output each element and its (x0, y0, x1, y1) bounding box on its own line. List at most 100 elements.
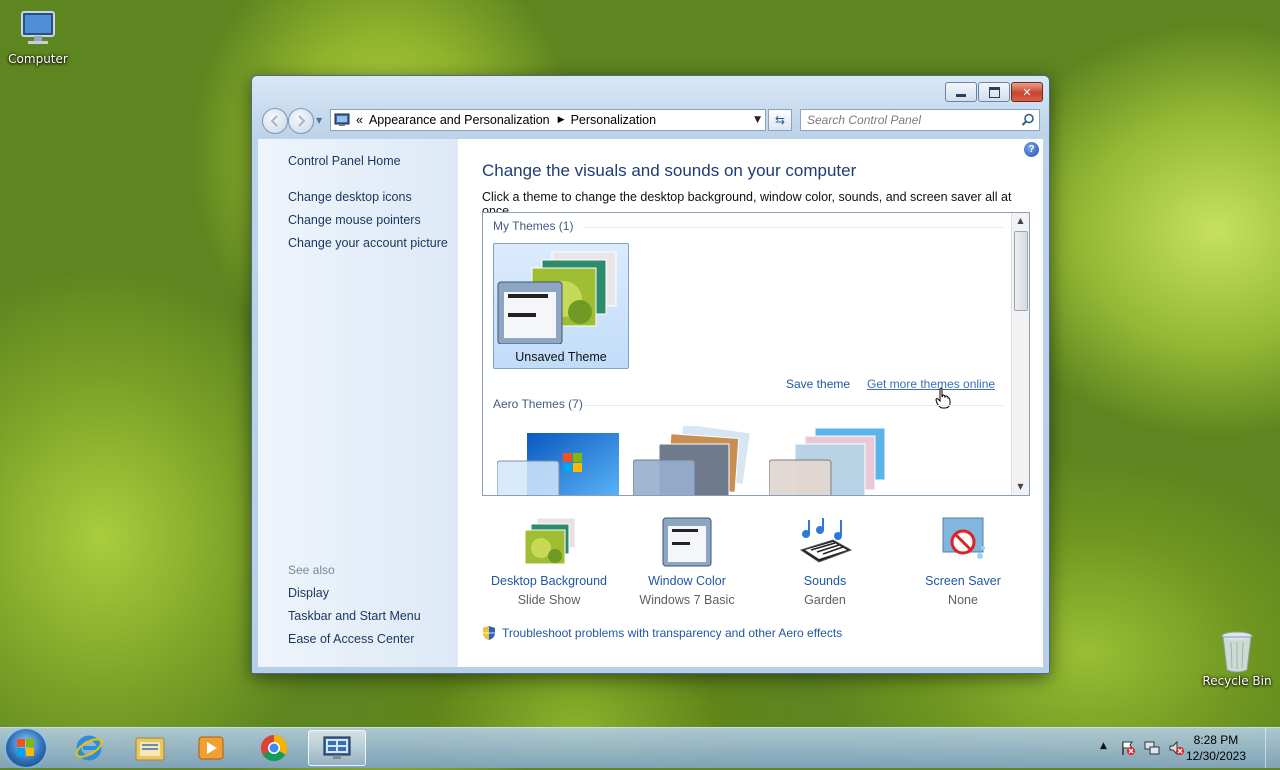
screen-saver-icon (942, 517, 985, 559)
clock-date: 12/30/2023 (1185, 749, 1246, 763)
theme-preview-icon (497, 251, 617, 345)
ease-of-access-link[interactable]: Ease of Access Center (288, 632, 414, 646)
aero-themes-divider (583, 405, 1003, 406)
get-more-themes-link[interactable]: Get more themes online (867, 377, 995, 391)
maximize-button[interactable] (978, 82, 1010, 102)
control-panel-taskbar-icon (323, 736, 351, 759)
address-bar[interactable]: « Appearance and Personalization ▶ Perso… (330, 109, 766, 131)
left-pane: Control Panel Home Change desktop icons … (258, 139, 458, 667)
internet-explorer-icon (75, 735, 103, 761)
screen-saver-value: None (948, 593, 978, 607)
change-account-picture-link[interactable]: Change your account picture (288, 236, 448, 250)
windows-logo-icon (17, 739, 34, 756)
computer-desktop-icon[interactable]: Computer (0, 8, 76, 66)
forward-button[interactable] (288, 108, 314, 134)
navigation-bar: ▼ « Appearance and Personalization ▶ Per… (260, 108, 1041, 134)
chrome-icon (260, 734, 288, 762)
desktop-background-value: Slide Show (517, 593, 581, 607)
taskbar-control-panel[interactable] (308, 730, 366, 766)
show-hidden-icons-icon[interactable]: ▲ (1100, 741, 1107, 751)
title-buttons: ✕ (945, 82, 1043, 102)
taskbar-windows-explorer[interactable] (121, 730, 179, 766)
address-dropdown-icon[interactable]: ▼ (754, 115, 761, 125)
my-themes-divider (583, 227, 1003, 228)
help-button[interactable]: ? (1024, 142, 1039, 157)
media-player-icon (198, 736, 224, 760)
shield-icon (483, 626, 495, 640)
taskbar-internet-explorer[interactable] (60, 730, 118, 766)
characters-theme-thumb-icon[interactable] (769, 426, 893, 496)
sounds-label: Sounds (803, 574, 847, 588)
recycle-bin-label: Recycle Bin (1202, 674, 1272, 688)
taskbar-start-menu-link[interactable]: Taskbar and Start Menu (288, 609, 421, 623)
maximize-icon (988, 86, 1000, 98)
recent-pages-dropdown[interactable]: ▼ (316, 116, 322, 125)
breadcrumb-personalization[interactable]: Personalization (571, 113, 656, 127)
change-desktop-icons-link[interactable]: Change desktop icons (288, 190, 412, 204)
sounds-icon (799, 518, 853, 563)
recycle-bin-icon (1217, 630, 1257, 673)
change-mouse-pointers-link[interactable]: Change mouse pointers (288, 213, 421, 227)
main-pane: ? Change the visuals and sounds on your … (458, 139, 1043, 667)
theme-list[interactable]: My Themes (1) Unsaved Theme Save theme G… (482, 212, 1030, 496)
taskbar-media-player[interactable] (182, 730, 240, 766)
volume-muted-icon[interactable] (1168, 740, 1184, 756)
network-icon[interactable] (1144, 740, 1160, 756)
unsaved-theme-label: Unsaved Theme (515, 350, 607, 364)
minimize-icon (956, 93, 966, 97)
system-tray: ▲ 8:28 PM 12/30/2023 (1090, 728, 1280, 768)
taskbar: ▲ 8:28 PM 12/30/2023 (0, 727, 1280, 768)
window-color-icon (662, 517, 712, 567)
screen-saver-setting[interactable]: Screen Saver None (898, 516, 1028, 607)
clock[interactable]: 8:28 PM 12/30/2023 (1186, 732, 1246, 764)
architecture-theme-thumb-icon[interactable] (633, 426, 757, 496)
scroll-thumb[interactable] (1014, 231, 1028, 311)
desktop-background-setting[interactable]: Desktop Background Slide Show (484, 516, 614, 607)
search-box[interactable]: Search Control Panel (800, 109, 1040, 131)
personalization-window: ✕ ▼ « Appearance and Personalization ▶ P… (251, 75, 1050, 674)
folder-icon (135, 737, 165, 761)
sounds-setting[interactable]: Sounds Garden (760, 516, 890, 607)
display-link[interactable]: Display (288, 586, 329, 600)
clock-time: 8:28 PM (1193, 733, 1239, 747)
taskbar-chrome[interactable] (245, 730, 303, 766)
my-themes-heading: My Themes (1) (493, 219, 574, 233)
show-desktop-button[interactable] (1265, 728, 1280, 768)
see-also-heading: See also (288, 563, 335, 577)
page-title: Change the visuals and sounds on your co… (482, 161, 857, 180)
theme-list-scrollbar[interactable]: ▲ ▼ (1011, 213, 1029, 495)
recycle-bin-desktop-icon[interactable]: Recycle Bin (1199, 630, 1275, 688)
window-color-label: Window Color (648, 574, 726, 588)
breadcrumb-appearance[interactable]: Appearance and Personalization (369, 113, 550, 127)
window-color-value: Windows 7 Basic (639, 593, 735, 607)
scroll-down-icon[interactable]: ▼ (1012, 479, 1029, 495)
breadcrumb-overflow[interactable]: « (356, 113, 363, 127)
save-theme-link[interactable]: Save theme (786, 377, 850, 391)
sounds-value: Garden (804, 593, 846, 607)
window-color-setting[interactable]: Window Color Windows 7 Basic (622, 516, 752, 607)
refresh-icon: ⇆ (774, 113, 786, 127)
aero-themes-heading: Aero Themes (7) (493, 397, 583, 411)
desktop-background-icon (524, 517, 576, 565)
screen-saver-label: Screen Saver (925, 574, 1001, 588)
unsaved-theme-tile[interactable]: Unsaved Theme (493, 243, 629, 369)
close-icon: ✕ (1022, 85, 1032, 99)
back-arrow-icon (270, 115, 278, 127)
close-button[interactable]: ✕ (1011, 82, 1043, 102)
refresh-button[interactable]: ⇆ (768, 109, 792, 131)
action-center-flag-icon[interactable] (1120, 740, 1136, 756)
content-area: Control Panel Home Change desktop icons … (258, 139, 1043, 667)
control-panel-home-link[interactable]: Control Panel Home (288, 154, 401, 168)
minimize-button[interactable] (945, 82, 977, 102)
troubleshoot-link[interactable]: Troubleshoot problems with transparency … (502, 626, 842, 640)
windows7-theme-thumb-icon[interactable] (497, 429, 621, 496)
breadcrumb-separator-icon[interactable]: ▶ (558, 115, 565, 125)
start-button[interactable] (6, 729, 46, 767)
search-placeholder: Search Control Panel (807, 113, 922, 127)
back-button[interactable] (262, 108, 288, 134)
search-icon[interactable] (1021, 113, 1035, 127)
forward-arrow-icon (298, 115, 306, 127)
scroll-up-icon[interactable]: ▲ (1012, 213, 1029, 229)
monitor-icon (18, 8, 58, 48)
control-panel-icon (334, 113, 350, 126)
